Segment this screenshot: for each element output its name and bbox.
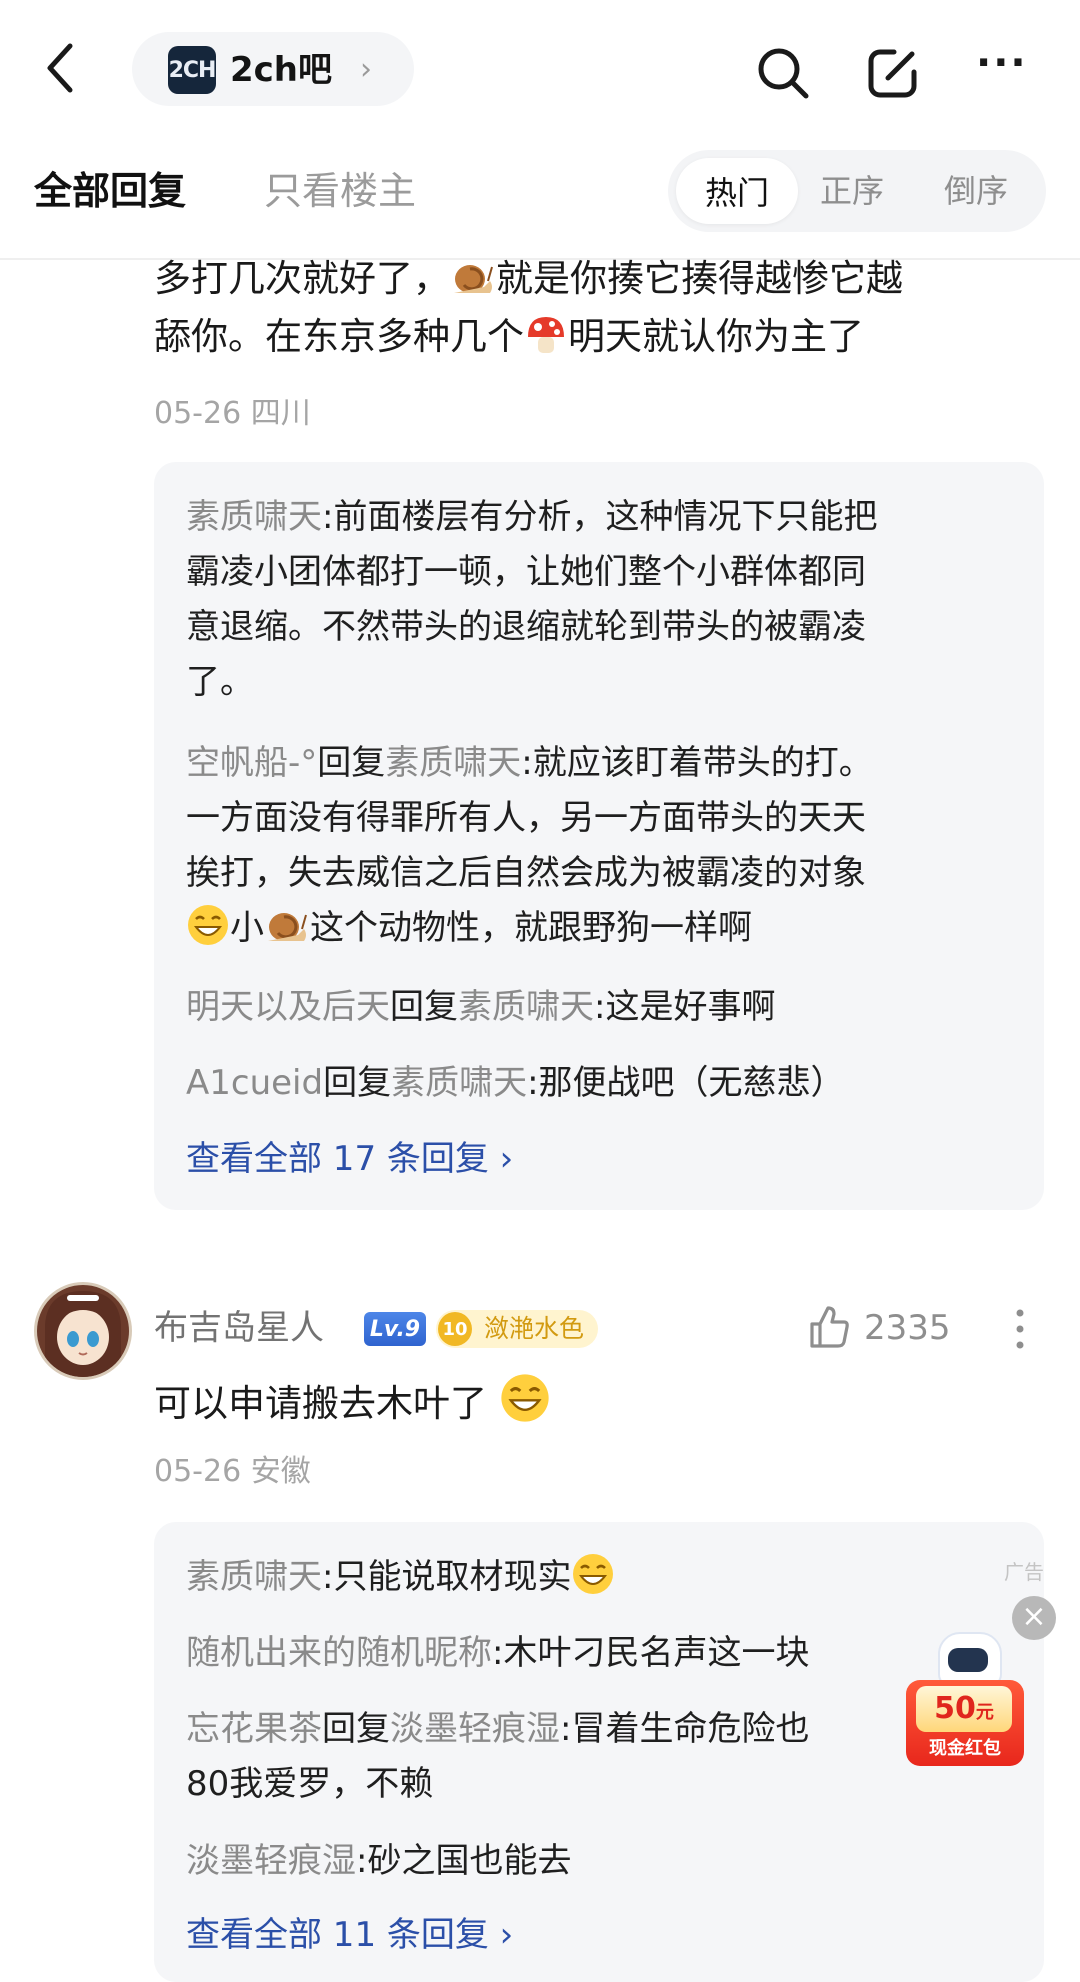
reply-username[interactable]: 淡墨轻痕湿 xyxy=(186,1841,356,1881)
comment-location: 安徽 xyxy=(250,1454,311,1489)
tab-op-only[interactable]: 只看楼主 xyxy=(264,166,416,216)
comment-location: 四川 xyxy=(250,396,311,431)
level-badge: Lv.9 xyxy=(364,1312,426,1346)
robot-face xyxy=(948,1648,988,1672)
reply-item[interactable]: 忘花果茶回复淡墨轻痕湿:冒着生命危险也 80我爱罗，不赖 xyxy=(186,1702,906,1812)
reply-item[interactable]: 随机出来的随机昵称:木叶刁民名声这一块 xyxy=(186,1626,926,1681)
reply-target-username[interactable]: 素质啸天 xyxy=(391,1063,527,1103)
back-button[interactable] xyxy=(40,38,80,98)
reply-item[interactable]: A1cueid回复素质啸天:那便战吧（无慈悲） xyxy=(186,1056,1026,1111)
comment-date: 05-26 xyxy=(154,1454,242,1489)
back-arrow-icon xyxy=(47,43,73,93)
reply-target-username[interactable]: 淡墨轻痕湿 xyxy=(390,1709,560,1749)
ad-label: 广告 xyxy=(1004,1560,1044,1584)
comment-text: 可以申请搬去木叶了 xyxy=(154,1372,551,1433)
sort-desc-button[interactable]: 倒序 xyxy=(944,166,1008,216)
sort-asc-button[interactable]: 正序 xyxy=(820,166,884,216)
view-all-replies-link[interactable]: 查看全部 11 条回复 › xyxy=(186,1910,513,1960)
like-icon xyxy=(810,1306,849,1348)
reply-username[interactable]: A1cueid xyxy=(186,1063,323,1103)
comment-username[interactable]: 布吉岛星人 xyxy=(154,1306,324,1350)
reply-username[interactable]: 空帆船-° xyxy=(186,743,317,783)
avatar[interactable] xyxy=(34,1282,132,1380)
sort-hot-button[interactable]: 热门 xyxy=(676,158,798,224)
forum-name[interactable]: 2ch吧 xyxy=(230,46,332,94)
reply-target-username[interactable]: 素质啸天 xyxy=(458,987,594,1027)
search-icon xyxy=(758,48,809,99)
reply-username[interactable]: 素质啸天 xyxy=(186,1557,322,1597)
edit-icon xyxy=(868,49,917,98)
mushroom-emoji-icon xyxy=(528,317,564,353)
reply-username[interactable]: 素质啸天 xyxy=(186,497,322,537)
grin-emoji-icon xyxy=(573,1554,614,1594)
reply-target-username[interactable]: 素质啸天 xyxy=(385,743,521,783)
edit-button[interactable] xyxy=(864,44,922,102)
like-count: 2335 xyxy=(864,1308,951,1348)
snail-emoji-icon xyxy=(454,265,493,293)
comment-text: 多打几次就好了， 就是你揍它揍得越惨它越 舔你。在东京多种几个 明天就认你为主了 xyxy=(154,257,903,358)
grin-emoji-icon xyxy=(188,905,228,945)
like-button[interactable] xyxy=(806,1304,852,1354)
reply-item[interactable]: 淡墨轻痕湿:砂之国也能去 xyxy=(186,1834,1006,1889)
comment-date: 05-26 xyxy=(154,396,242,431)
comment-meta: 05-26 安徽 xyxy=(154,1452,311,1492)
reply-item[interactable]: 素质啸天:前面楼层有分析，这种情况下只能把 霸凌小团体都打一顿，让她们整个小群体… xyxy=(186,490,1026,710)
close-icon[interactable]: × xyxy=(1012,1596,1056,1640)
chevron-right-icon: › xyxy=(360,52,372,87)
avatar-illustration xyxy=(45,1291,121,1377)
comment-meta: 05-26 四川 xyxy=(154,394,311,434)
tab-all-replies[interactable]: 全部回复 xyxy=(34,166,186,216)
reply-username[interactable]: 忘花果茶 xyxy=(186,1709,322,1749)
reply-item[interactable]: 空帆船-°回复素质啸天:就应该盯着带头的打。 一方面没有得罪所有人，另一方面带头… xyxy=(186,736,1026,956)
search-button[interactable] xyxy=(754,44,812,102)
more-icon[interactable]: ··· xyxy=(976,40,1028,86)
rank-title: 潋滟水色 xyxy=(484,1314,585,1343)
view-all-replies-link[interactable]: 查看全部 17 条回复 › xyxy=(186,1134,513,1184)
reply-item[interactable]: 明天以及后天回复素质啸天:这是好事啊 xyxy=(186,980,1026,1035)
rank-number: 10 xyxy=(438,1312,472,1346)
forum-logo: 2CH xyxy=(168,46,216,94)
reply-username[interactable]: 随机出来的随机昵称 xyxy=(186,1633,492,1673)
reply-item[interactable]: 素质啸天:只能说取材现实 xyxy=(186,1550,1006,1605)
red-packet-subtitle: 现金红包 xyxy=(929,1738,1001,1759)
grin-emoji-icon xyxy=(501,1374,549,1422)
reply-username[interactable]: 明天以及后天 xyxy=(186,987,390,1027)
red-packet-amount: 50元 xyxy=(916,1686,1012,1732)
more-vertical-icon[interactable] xyxy=(1012,1308,1028,1354)
snail-emoji-icon xyxy=(268,913,307,941)
